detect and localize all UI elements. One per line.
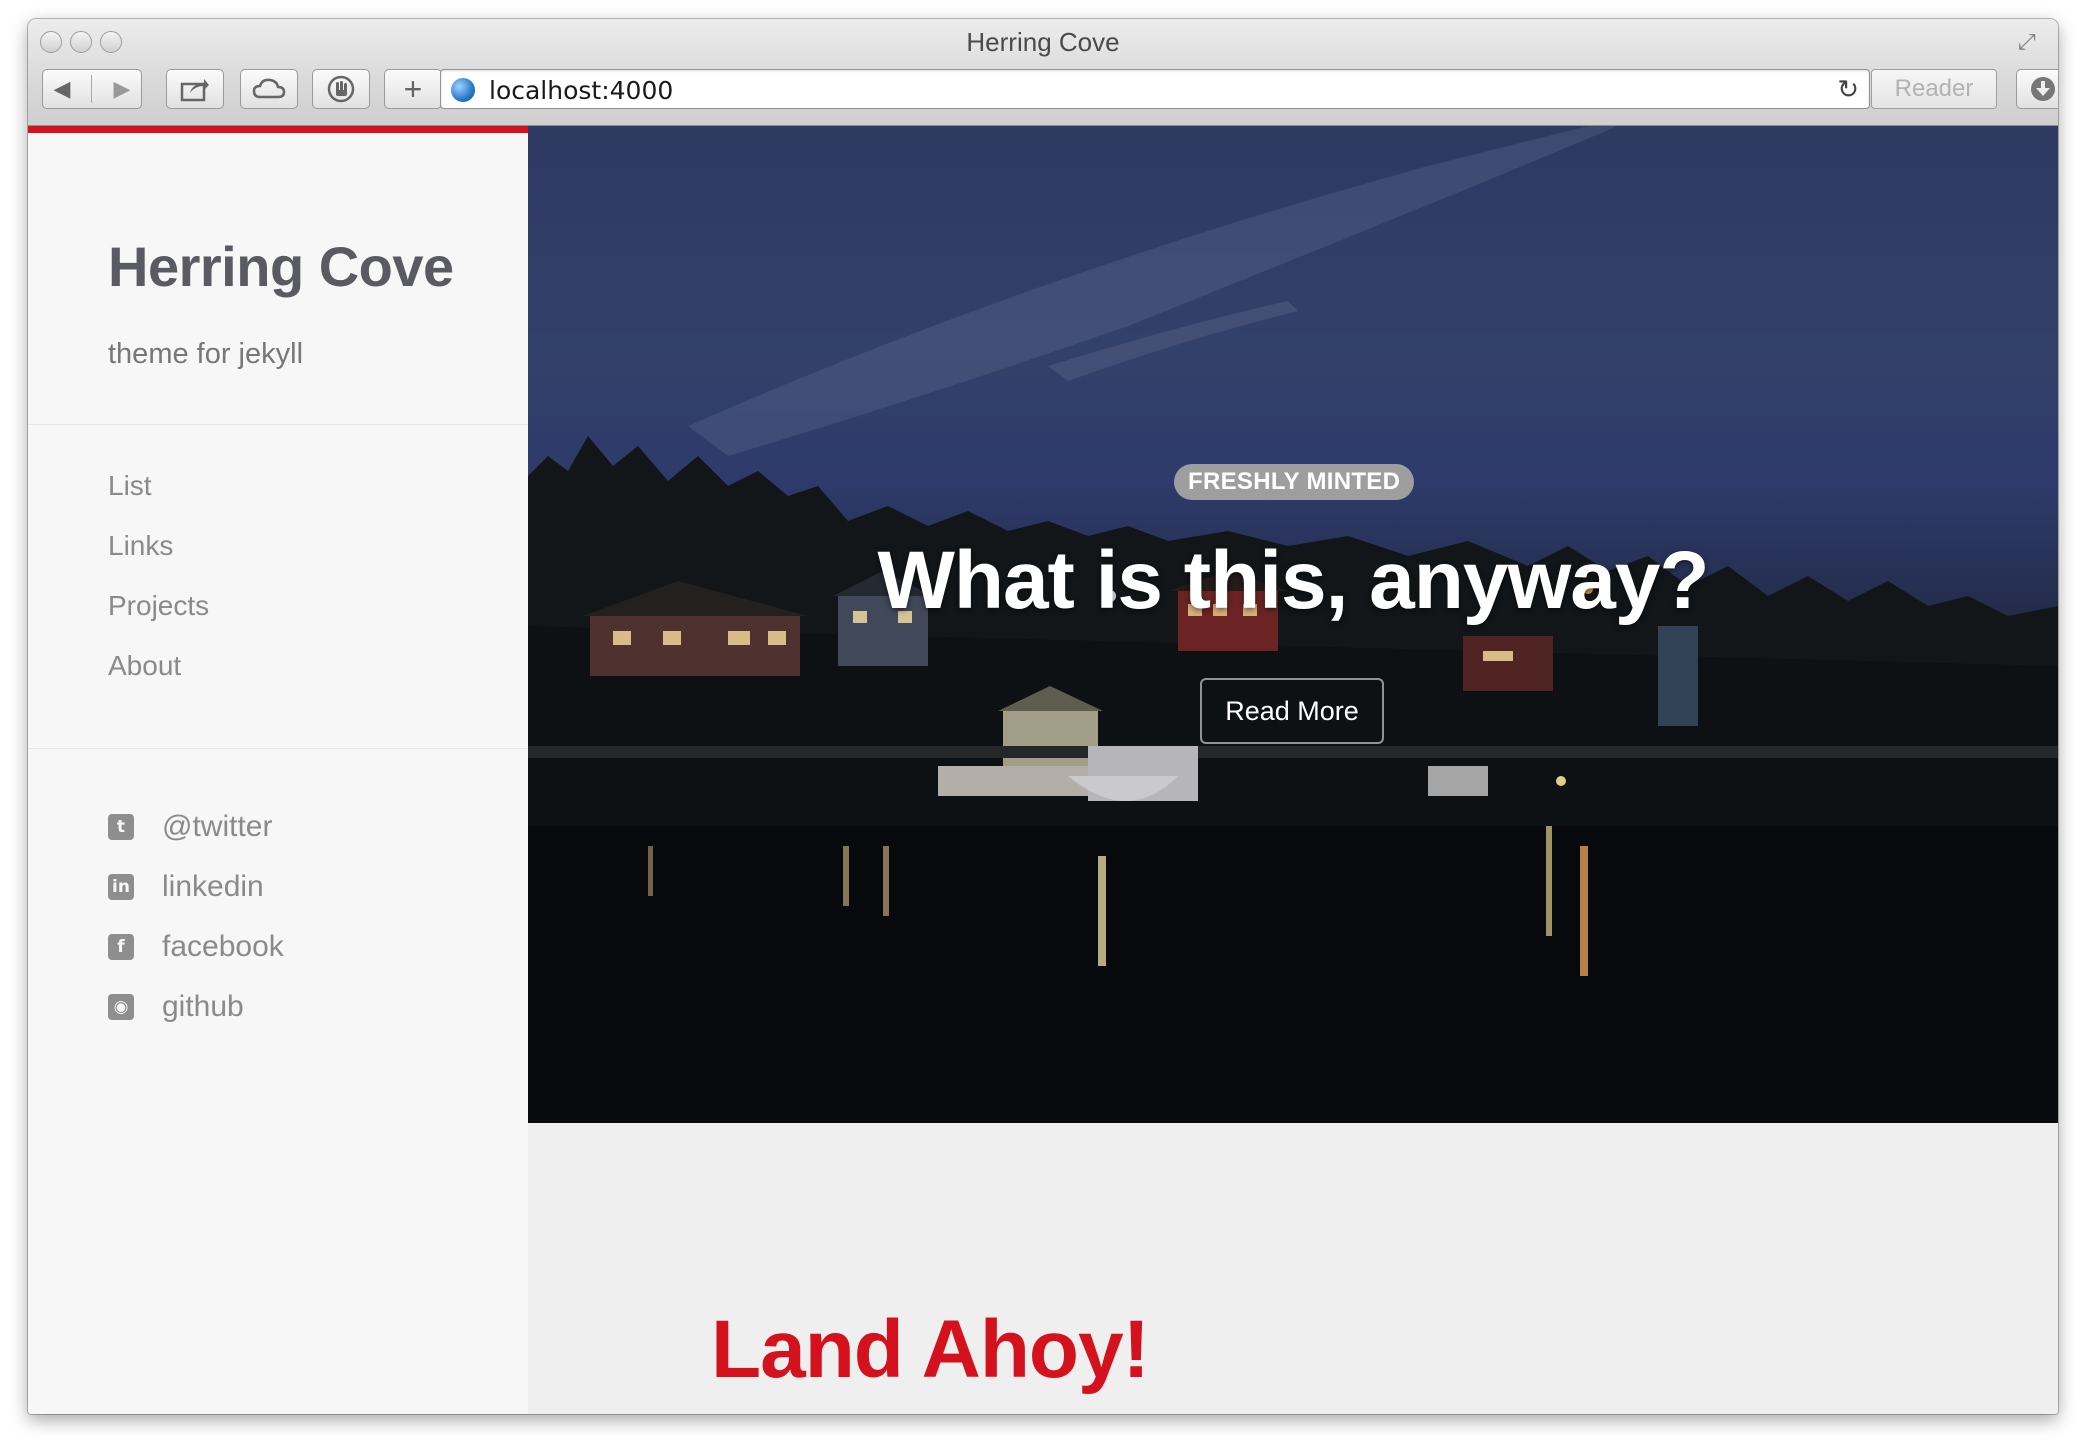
address-bar[interactable]: localhost:4000 ↻ xyxy=(440,69,1870,109)
back-forward-buttons: ◀ ▶ xyxy=(42,69,142,109)
nav-link-projects[interactable]: Projects xyxy=(108,590,209,622)
url-text[interactable]: localhost:4000 xyxy=(489,76,673,105)
forward-icon[interactable]: ▶ xyxy=(114,76,131,102)
social-label: facebook xyxy=(162,930,284,963)
sidebar: Herring Cove theme for jekyll List Links… xyxy=(28,126,528,1414)
share-button[interactable] xyxy=(166,69,224,109)
site-tagline: theme for jekyll xyxy=(108,338,304,370)
download-icon xyxy=(2031,77,2055,101)
fullscreen-icon[interactable]: ⤢ xyxy=(2018,29,2044,55)
globe-icon xyxy=(451,78,475,102)
read-more-button[interactable]: Read More xyxy=(1200,678,1384,744)
social-label: linkedin xyxy=(162,870,264,903)
facebook-icon: f xyxy=(108,934,134,960)
browser-toolbar: Herring Cove ⤢ ◀ ▶ + localhost:4000 ↻ Re… xyxy=(28,19,2058,126)
nav-link-links[interactable]: Links xyxy=(108,530,173,562)
social-link-facebook[interactable]: f facebook xyxy=(108,930,284,964)
site-title[interactable]: Herring Cove xyxy=(108,234,454,299)
icloud-tabs-button[interactable] xyxy=(240,69,298,109)
downloads-button[interactable] xyxy=(2016,69,2058,109)
window-title: Herring Cove xyxy=(966,27,1120,57)
nav-link-list[interactable]: List xyxy=(108,470,152,502)
nav-link-about[interactable]: About xyxy=(108,650,181,682)
hero-title[interactable]: What is this, anyway? xyxy=(528,534,2058,628)
linkedin-icon: in xyxy=(108,874,134,900)
new-tab-button[interactable]: + xyxy=(384,69,442,109)
plus-icon: + xyxy=(403,70,423,107)
post-title[interactable]: Land Ahoy! xyxy=(711,1303,1150,1397)
social-label: @twitter xyxy=(162,810,273,843)
reload-icon[interactable]: ↻ xyxy=(1837,74,1859,105)
sidebar-divider xyxy=(28,424,528,425)
accent-bar xyxy=(28,126,528,133)
hand-icon xyxy=(327,75,355,103)
cloud-icon xyxy=(252,78,286,99)
post-list: Land Ahoy! xyxy=(528,1123,2058,1414)
twitter-icon: t xyxy=(108,814,134,840)
social-link-github[interactable]: ◉ github xyxy=(108,990,244,1024)
social-link-linkedin[interactable]: in linkedin xyxy=(108,870,264,904)
hero-banner: FRESHLY MINTED What is this, anyway? Rea… xyxy=(528,126,2058,1123)
button-divider xyxy=(91,75,93,103)
category-badge[interactable]: FRESHLY MINTED xyxy=(1174,464,1415,500)
back-icon[interactable]: ◀ xyxy=(54,76,71,102)
sidebar-divider xyxy=(28,748,528,749)
github-icon: ◉ xyxy=(108,994,134,1020)
share-icon xyxy=(180,79,209,102)
hero-content: FRESHLY MINTED What is this, anyway? Rea… xyxy=(528,126,2058,1123)
reading-list-button[interactable] xyxy=(312,69,370,109)
browser-window: Herring Cove ⤢ ◀ ▶ + localhost:4000 ↻ Re… xyxy=(28,19,2058,1414)
social-label: github xyxy=(162,990,244,1023)
reader-button[interactable]: Reader xyxy=(1871,69,1997,109)
social-link-twitter[interactable]: t @twitter xyxy=(108,810,272,844)
